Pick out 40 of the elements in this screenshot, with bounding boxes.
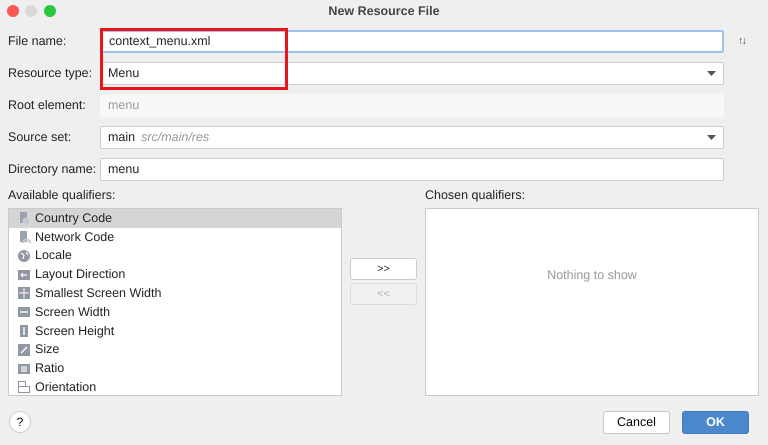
input-field: menu: [100, 94, 724, 116]
caret-icon: [707, 70, 716, 76]
section-label: Chosen qualifiers:: [425, 187, 526, 204]
path-hint: src/main/res: [141, 128, 210, 146]
grid-icon: [17, 286, 31, 300]
input-field[interactable]: context_menu.xml: [100, 30, 724, 52]
zoom-button[interactable]: [44, 5, 56, 17]
orientation-icon: [17, 380, 31, 394]
dropdown[interactable]: Menu: [100, 62, 724, 84]
dropdown[interactable]: main src/main/res: [100, 126, 724, 148]
diagonal-icon: [17, 342, 31, 357]
list-item[interactable]: Smallest Screen Width: [9, 284, 341, 303]
ratio-icon: [17, 362, 31, 376]
empty-text: Nothing to show: [547, 266, 637, 284]
list-item[interactable]: Screen Height: [9, 322, 341, 340]
field-label: File name:: [7, 32, 68, 50]
field-label: Directory name:: [7, 160, 98, 178]
list-item[interactable]: Ratio: [9, 359, 341, 378]
field-label: Root element:: [7, 96, 87, 114]
list-item[interactable]: Layout Direction: [9, 265, 341, 284]
field-label: Source set:: [7, 128, 72, 146]
list-item[interactable]: Screen Width: [9, 302, 341, 322]
list-item[interactable]: Orientation: [9, 378, 341, 395]
list-item[interactable]: Size: [9, 340, 341, 360]
transfer-button[interactable]: >>: [350, 258, 417, 280]
list-item[interactable]: Country Code: [9, 208, 341, 228]
ok-button[interactable]: OK: [682, 410, 749, 434]
caret-icon: [707, 134, 716, 140]
height-icon: [17, 324, 31, 338]
list-item[interactable]: Locale: [9, 246, 341, 266]
field-label: Resource type:: [7, 64, 94, 82]
list-item[interactable]: Network Code: [9, 228, 341, 246]
width-icon: [17, 305, 31, 320]
window-title: New Resource File: [328, 3, 440, 20]
sort-icon[interactable]: ↑↓: [738, 32, 745, 50]
cancel-button[interactable]: Cancel: [603, 410, 670, 434]
close-button[interactable]: [7, 5, 19, 17]
help-button[interactable]: ?: [9, 411, 31, 434]
section-label: Available qualifiers:: [8, 187, 116, 204]
input-field[interactable]: menu: [100, 158, 724, 180]
